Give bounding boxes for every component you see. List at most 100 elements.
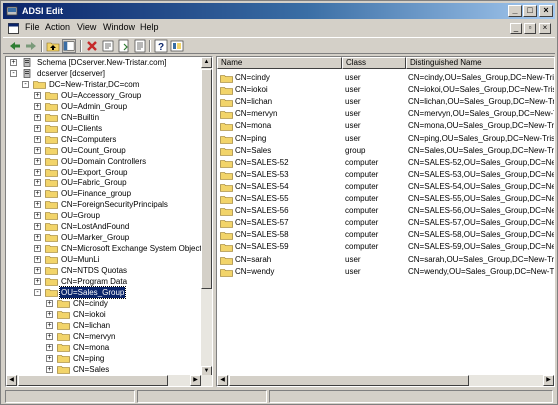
properties-icon[interactable] [101, 39, 115, 53]
tree-item-label[interactable]: OU=Export_Group [60, 167, 128, 178]
tree-item-label[interactable]: OU=Clients [60, 123, 103, 134]
expand-toggle[interactable]: + [34, 146, 41, 154]
menu-action[interactable]: Action [45, 22, 70, 32]
tree-view[interactable]: + Schema [DCserver.New-Tristar.com] - dcser… [6, 57, 202, 377]
list-row[interactable]: CN=SALES-52 computer CN=SALES-52,OU=Sales_… [217, 157, 554, 169]
tree-item-label[interactable]: OU=MunLi [60, 254, 100, 265]
tree-pane[interactable]: + Schema [DCserver.New-Tristar.com] - dcser… [5, 56, 213, 387]
scroll-left-button[interactable]: ◀ [6, 375, 17, 386]
expand-toggle[interactable]: + [34, 91, 41, 99]
expand-toggle[interactable]: + [34, 223, 41, 231]
tree-item[interactable]: + OU=Finance_group [6, 188, 202, 199]
delete-icon[interactable] [85, 39, 99, 53]
expand-toggle[interactable]: + [34, 234, 41, 242]
tree-item[interactable]: + OU=Export_Group [6, 167, 202, 178]
maximize-button[interactable]: □ [523, 5, 537, 17]
tree-item[interactable]: + CN=ForeignSecurityPrincipals [6, 199, 202, 210]
expand-toggle[interactable]: + [34, 212, 41, 220]
tree-item-label[interactable]: CN=Builtin [60, 112, 100, 123]
tree-item[interactable]: + Schema [DCserver.New-Tristar.com] [6, 57, 202, 68]
tree-item[interactable]: + OU=Fabric_Group [6, 177, 202, 188]
expand-toggle[interactable]: + [10, 59, 17, 66]
tree-item[interactable]: - dcserver [dcserver] [6, 68, 202, 79]
tree-item[interactable]: + CN=lichan [6, 320, 202, 331]
expand-toggle[interactable]: + [34, 179, 41, 187]
tree-item-label[interactable]: Schema [DCserver.New-Tristar.com] [36, 57, 168, 68]
tree-item[interactable]: + CN=Microsoft Exchange System Objects [6, 243, 202, 254]
tree-item-label[interactable]: CN=LostAndFound [60, 221, 130, 232]
tree-item[interactable]: + CN=mona [6, 342, 202, 353]
list-row[interactable]: CN=SALES-59 computer CN=SALES-59,OU=Sales_… [217, 241, 554, 253]
list-row[interactable]: CN=SALES-56 computer CN=SALES-56,OU=Sales_… [217, 205, 554, 217]
tree-item-label[interactable]: CN=lichan [72, 320, 111, 331]
tree-item[interactable]: + OU=Accessory_Group [6, 90, 202, 101]
tree-item[interactable]: + CN=Program Data [6, 276, 202, 287]
tree-item[interactable]: + CN=iokoi [6, 309, 202, 320]
list-row[interactable]: CN=SALES-58 computer CN=SALES-58,OU=Sales_… [217, 229, 554, 241]
tree-item-label[interactable]: OU=Group [60, 210, 101, 221]
tree-item[interactable]: + CN=Computers [6, 134, 202, 145]
column-header-name[interactable]: Name [217, 57, 342, 69]
help-icon[interactable]: ? [154, 39, 168, 53]
menu-file[interactable]: File [25, 22, 40, 32]
list-row[interactable]: CN=SALES-57 computer CN=SALES-57,OU=Sales_… [217, 217, 554, 229]
list-horizontal-scrollbar[interactable]: ◀ ▶ [217, 375, 554, 386]
expand-toggle[interactable]: + [46, 343, 53, 351]
tree-item[interactable]: + CN=Sales [6, 364, 202, 375]
list-row[interactable]: CN=mona user CN=mona,OU=Sales_Group,DC=New… [217, 120, 554, 132]
scroll-left-button[interactable]: ◀ [217, 375, 228, 386]
tree-item[interactable]: + OU=Clients [6, 123, 202, 134]
scroll-right-button[interactable]: ▶ [190, 375, 201, 386]
list-row[interactable]: CN=iokoi user CN=iokoi,OU=Sales_Group,DC=N… [217, 84, 554, 96]
expand-toggle[interactable]: + [34, 267, 41, 275]
expand-toggle[interactable]: + [34, 157, 41, 165]
menu-window[interactable]: Window [103, 22, 135, 32]
tree-item-label[interactable]: OU=Admin_Group [60, 101, 128, 112]
tree-item-label[interactable]: OU=Accessory_Group [60, 90, 142, 101]
tree-item-label[interactable]: CN=Microsoft Exchange System Objects [60, 243, 202, 254]
tree-item[interactable]: + CN=Builtin [6, 112, 202, 123]
tree-item-label[interactable]: CN=Program Data [60, 276, 128, 287]
tree-item[interactable]: + CN=cindy [6, 298, 202, 309]
expand-toggle[interactable]: + [34, 102, 41, 110]
forward-icon[interactable] [24, 39, 38, 53]
expand-toggle[interactable]: + [46, 354, 53, 362]
child-close-button[interactable]: × [539, 23, 551, 34]
tree-item-label[interactable]: CN=cindy [72, 298, 109, 309]
expand-toggle[interactable]: + [34, 278, 41, 285]
tree-scroll-thumb[interactable] [201, 69, 212, 289]
expand-toggle[interactable]: + [34, 201, 41, 209]
column-header-class[interactable]: Class [342, 57, 406, 69]
tree-item-label[interactable]: OU=Sales_Group [58, 285, 127, 299]
tree-item[interactable]: - DC=New-Tristar,DC=com [6, 79, 202, 90]
tree-item[interactable]: + OU=Marker_Group [6, 232, 202, 243]
expand-toggle[interactable]: + [46, 365, 53, 373]
tree-item-label[interactable]: DC=New-Tristar,DC=com [48, 79, 140, 90]
tree-item[interactable]: + CN=mervyn [6, 331, 202, 342]
list-row[interactable]: CN=ping user CN=ping,OU=Sales_Group,DC=New… [217, 133, 554, 145]
list-row[interactable]: CN=SALES-54 computer CN=SALES-54,OU=Sales_… [217, 181, 554, 193]
tree-item-label[interactable]: OU=Fabric_Group [60, 177, 128, 188]
refresh-icon[interactable] [133, 39, 147, 53]
title-bar[interactable]: ADSI Edit _ □ × [3, 3, 555, 19]
tree-item-label[interactable]: OU=Count_Group [60, 145, 127, 156]
minimize-button[interactable]: _ [508, 5, 522, 17]
child-minimize-button[interactable]: _ [510, 23, 522, 34]
list-hscroll-thumb[interactable] [229, 375, 469, 386]
tree-item-label[interactable]: CN=mervyn [72, 331, 116, 342]
list-row[interactable]: CN=wendy user CN=wendy,OU=Sales_Group,DC=N… [217, 266, 554, 278]
tree-item[interactable]: + OU=Group [6, 210, 202, 221]
tree-item-label[interactable]: CN=Sales [72, 364, 110, 375]
console-icon[interactable] [170, 39, 184, 53]
tree-item-label[interactable]: dcserver [dcserver] [36, 68, 106, 79]
collapse-toggle[interactable]: - [22, 80, 29, 88]
tree-item-label[interactable]: CN=mona [72, 342, 110, 353]
collapse-toggle[interactable]: - [10, 69, 17, 77]
tree-item-label[interactable]: CN=ForeignSecurityPrincipals [60, 199, 169, 210]
expand-toggle[interactable]: + [34, 245, 41, 253]
list-row[interactable]: CN=Sales group CN=Sales,OU=Sales_Group,DC=… [217, 145, 554, 157]
list-row[interactable]: CN=mervyn user CN=mervyn,OU=Sales_Group,DC… [217, 108, 554, 120]
column-header-distinguished-name[interactable]: Distinguished Name [406, 57, 554, 69]
tree-item[interactable]: + CN=ping [6, 353, 202, 364]
expand-toggle[interactable]: + [34, 135, 41, 143]
